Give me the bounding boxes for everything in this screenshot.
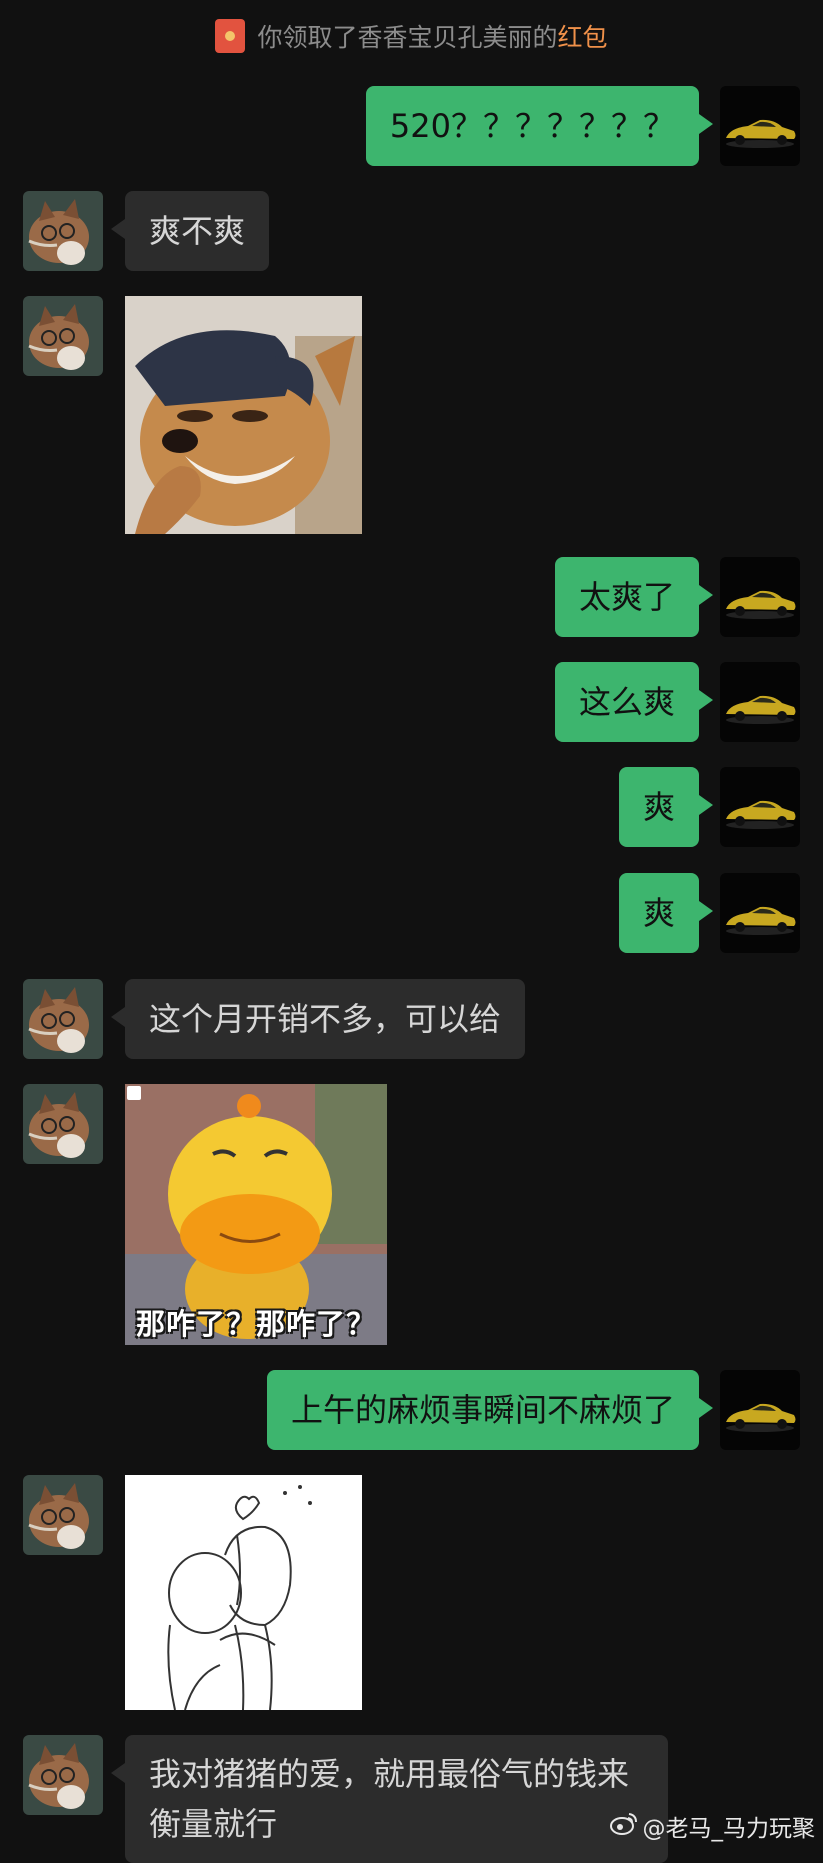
- duck-sticker[interactable]: 那咋了？那咋了？: [125, 1084, 387, 1345]
- weibo-icon: [609, 1810, 639, 1842]
- dog-with-cap-image: [125, 296, 362, 534]
- cat-icon: [23, 296, 103, 376]
- cat-avatar[interactable]: [23, 1084, 103, 1164]
- car-avatar[interactable]: [720, 873, 800, 953]
- red-packet-icon: [215, 19, 246, 53]
- message-text: 爽: [642, 894, 675, 932]
- message-bubble-outgoing[interactable]: 520？？？？？？？: [365, 86, 714, 166]
- car-avatar[interactable]: [720, 662, 800, 742]
- car-avatar[interactable]: [720, 767, 800, 847]
- cat-avatar[interactable]: [23, 191, 103, 271]
- red-packet-notice: 你领取了香香宝贝孔美丽的红包: [0, 18, 823, 58]
- car-avatar[interactable]: [720, 86, 800, 166]
- message-text: 我对猪猪的爱，就用最俗气的钱来衡量就行: [149, 1755, 630, 1843]
- cat-avatar[interactable]: [23, 979, 103, 1059]
- message-text: 爽: [642, 788, 675, 826]
- sports-car-icon: [720, 557, 800, 637]
- message-bubble-outgoing[interactable]: 爽: [618, 767, 714, 847]
- red-packet-link[interactable]: 红包: [558, 23, 608, 52]
- dog-sticker[interactable]: [125, 296, 362, 534]
- cat-icon: [23, 979, 103, 1059]
- cat-avatar[interactable]: [23, 296, 103, 376]
- sports-car-icon: [720, 86, 800, 166]
- message-bubble-outgoing[interactable]: 爽: [618, 873, 714, 953]
- cat-icon: [23, 1475, 103, 1555]
- message-bubble-incoming[interactable]: 爽不爽: [110, 191, 270, 271]
- cat-avatar[interactable]: [23, 1735, 103, 1815]
- message-text: 上午的麻烦事瞬间不麻烦了: [290, 1391, 675, 1429]
- watermark: @老马_马力玩聚: [609, 1809, 816, 1843]
- cat-icon: [23, 191, 103, 271]
- message-bubble-outgoing[interactable]: 这么爽: [554, 662, 714, 742]
- sticker-caption: 那咋了？那咋了？: [135, 1307, 376, 1341]
- sports-car-icon: [720, 767, 800, 847]
- message-bubble-incoming[interactable]: 这个月开销不多，可以给: [110, 979, 526, 1059]
- sports-car-icon: [720, 873, 800, 953]
- sports-car-icon: [720, 1370, 800, 1450]
- couple-sticker[interactable]: [125, 1475, 362, 1710]
- cat-icon: [23, 1735, 103, 1815]
- sports-car-icon: [720, 662, 800, 742]
- car-avatar[interactable]: [720, 557, 800, 637]
- cat-icon: [23, 1084, 103, 1164]
- watermark-text: @老马_马力玩聚: [642, 1816, 816, 1842]
- message-text: 太爽了: [578, 578, 675, 616]
- car-avatar[interactable]: [720, 1370, 800, 1450]
- red-packet-notice-text: 你领取了香香宝贝孔美丽的: [257, 23, 558, 52]
- message-bubble-outgoing[interactable]: 上午的麻烦事瞬间不麻烦了: [266, 1370, 714, 1450]
- hugging-couple-sketch-image: [125, 1475, 362, 1710]
- message-bubble-incoming[interactable]: 我对猪猪的爱，就用最俗气的钱来衡量就行: [111, 1735, 668, 1863]
- cat-avatar[interactable]: [23, 1475, 103, 1555]
- message-bubble-outgoing[interactable]: 太爽了: [554, 557, 714, 637]
- message-text: 这么爽: [578, 683, 675, 721]
- message-text: 这个月开销不多，可以给: [149, 1000, 502, 1038]
- message-text: 爽不爽: [149, 212, 246, 250]
- message-text: 520？？？？？？？: [389, 107, 675, 145]
